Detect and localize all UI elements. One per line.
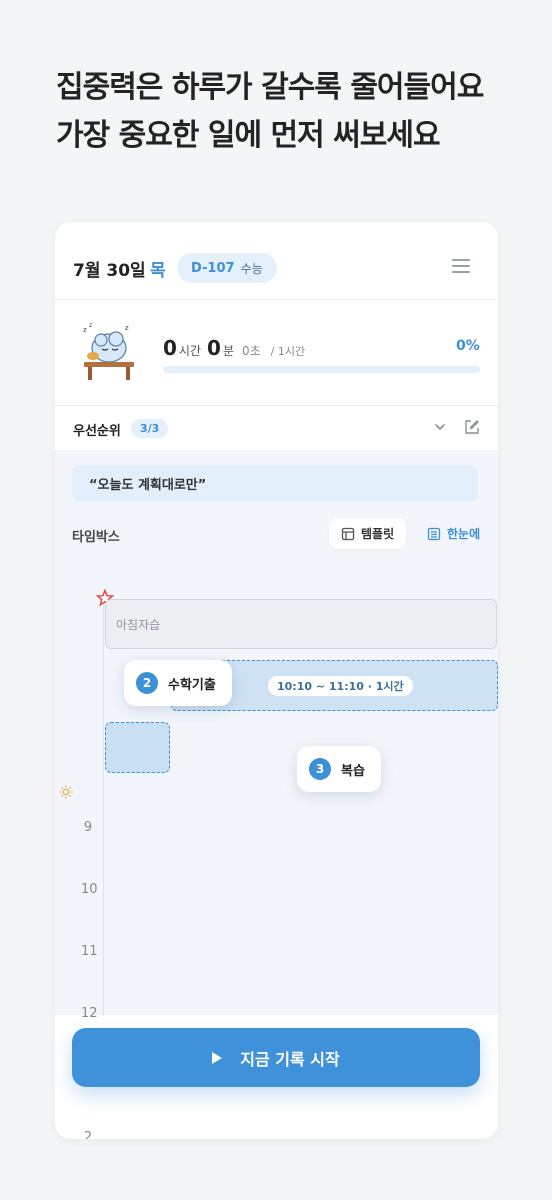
timebox-selection[interactable]	[105, 722, 170, 773]
task-chip-label: 복습	[341, 763, 365, 779]
headline-line-1: 집중력은 하루가 갈수록 줄어들어요	[56, 70, 484, 105]
task-number-badge: 2	[136, 672, 158, 694]
edit-icon[interactable]	[463, 418, 481, 436]
hour-label: 9	[83, 820, 93, 835]
date-label[interactable]: 7월 30일	[73, 256, 146, 281]
sun-icon	[59, 785, 73, 799]
priority-label: 우선순위	[73, 424, 121, 439]
svg-text:z: z	[89, 322, 92, 329]
study-time: 0 시간 0 분 0초 / 1시간	[163, 336, 305, 360]
task-chip-label: 수학기출	[168, 677, 216, 693]
hours-value: 0	[163, 336, 177, 360]
top-bar: 7월 30일 목 D-107 수능	[55, 222, 498, 300]
play-icon	[212, 1051, 223, 1064]
seconds-value: 0초	[241, 344, 261, 358]
glance-button-label: 한눈에	[447, 527, 481, 541]
dday-badge[interactable]: D-107 수능	[177, 253, 277, 283]
hours-unit: 시간	[178, 344, 202, 358]
headline-line-2: 가장 중요한 일에 먼저 써보세요	[56, 118, 441, 153]
hour-label: 11	[81, 944, 98, 959]
dday-count: D-107	[191, 260, 235, 276]
app-card: 7월 30일 목 D-107 수능 z z z 0 시간 0 분 0초 / 1시…	[55, 222, 498, 1139]
priority-row[interactable]: 우선순위 3/3	[55, 406, 498, 450]
minutes-unit: 분	[222, 344, 234, 358]
weekday-label: 목	[150, 261, 166, 281]
hour-label: 10	[81, 882, 98, 897]
study-status: z z z 0 시간 0 분 0초 / 1시간 0%	[55, 300, 498, 406]
minutes-value: 0	[207, 336, 221, 360]
menu-icon[interactable]	[452, 259, 470, 273]
template-button-label: 템플릿	[361, 527, 395, 541]
progress-percent: 0%	[456, 338, 480, 354]
daily-quote[interactable]: “오늘도 계획대로만”	[72, 465, 478, 502]
template-icon	[341, 527, 355, 540]
progress-bar	[163, 366, 480, 373]
svg-text:z: z	[125, 324, 129, 332]
timebox-label: 타임박스	[72, 530, 120, 545]
start-record-button[interactable]: 지금 기록 시작	[72, 1028, 480, 1087]
hour-label: 12	[81, 1006, 98, 1021]
task-chip-math[interactable]: 2 수학기출	[124, 660, 232, 706]
timebox-block-morning[interactable]: 아침자습	[105, 599, 497, 649]
timeline-axis	[103, 595, 104, 1015]
glance-button[interactable]: 한눈에	[421, 518, 486, 549]
task-number-badge: 3	[309, 758, 331, 780]
dday-label: 수능	[240, 261, 263, 276]
time-range-label: 10:10 ~ 11:10 · 1시간	[268, 676, 413, 696]
start-record-label: 지금 기록 시작	[240, 1049, 340, 1069]
goal-time: / 1시간	[270, 345, 306, 358]
svg-text:z: z	[83, 326, 87, 334]
priority-count-badge: 3/3	[131, 419, 169, 438]
chevron-down-icon[interactable]	[433, 420, 447, 434]
timebox-planner: “오늘도 계획대로만” 타임박스 템플릿 한눈에 9 10 11 12 1 2 …	[55, 450, 498, 1139]
task-chip-review[interactable]: 3 복습	[297, 746, 381, 792]
list-view-icon	[427, 527, 441, 540]
hour-label: 2	[83, 1130, 93, 1139]
template-button[interactable]: 템플릿	[329, 518, 407, 549]
sleeping-cloud-mascot-icon: z z z	[83, 322, 134, 380]
headline: 집중력은 하루가 갈수록 줄어들어요 가장 중요한 일에 먼저 써보세요	[56, 64, 484, 160]
